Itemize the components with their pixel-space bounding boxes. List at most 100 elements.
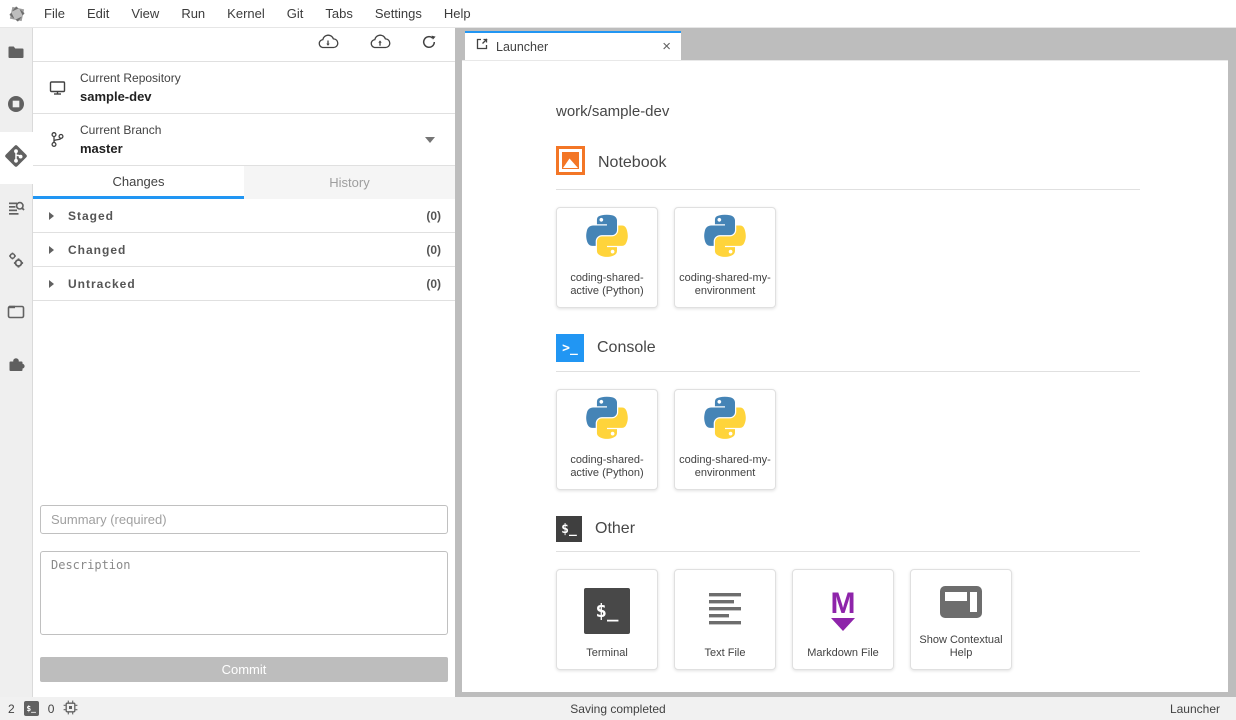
caret-right-icon — [49, 246, 54, 254]
launcher-card-kernel-2[interactable]: coding-shared-my-environment — [674, 207, 776, 308]
repo-label: Current Repository — [80, 71, 181, 85]
sidebar-tab-open-tabs[interactable] — [0, 288, 32, 340]
launcher-icon — [475, 37, 489, 56]
sidebar-tab-inspector[interactable] — [0, 184, 32, 236]
sidebar-tab-running-sessions[interactable] — [0, 80, 32, 132]
untracked-count: (0) — [426, 277, 441, 291]
card-label: coding-shared-my-environment — [675, 454, 775, 489]
card-label: Terminal — [583, 647, 631, 669]
menu-edit[interactable]: Edit — [76, 0, 120, 27]
status-bar: 2 $_ 0 Saving completed Launcher — [0, 697, 1236, 720]
refresh-icon[interactable] — [421, 34, 437, 55]
layout-panels-icon — [939, 585, 983, 624]
sidebar-tab-property-inspector[interactable] — [0, 236, 32, 288]
commit-form: Commit — [33, 505, 455, 697]
section-untracked[interactable]: Untracked (0) — [33, 267, 455, 301]
desktop-icon — [46, 80, 68, 96]
launcher-section-notebook: Notebook coding-shared-active (Python) — [556, 146, 1140, 308]
down-arrow-icon — [831, 618, 855, 631]
left-sidebar — [0, 28, 33, 697]
launcher-card-contextual-help[interactable]: Show Contextual Help — [910, 569, 1012, 670]
python-icon — [581, 396, 633, 453]
menu-file[interactable]: File — [33, 0, 76, 27]
launcher-card-text-file[interactable]: Text File — [674, 569, 776, 670]
python-icon — [699, 396, 751, 453]
section-title-other: Other — [595, 520, 635, 538]
section-divider — [556, 371, 1140, 372]
menu-view[interactable]: View — [120, 0, 170, 27]
launcher-card-terminal[interactable]: $_ Terminal — [556, 569, 658, 670]
sidebar-tab-git[interactable] — [0, 132, 33, 184]
python-icon — [581, 214, 633, 271]
python-icon — [699, 214, 751, 271]
git-panel-empty-space — [33, 301, 455, 505]
caret-right-icon — [49, 212, 54, 220]
commit-summary-input[interactable] — [40, 505, 448, 534]
menu-settings[interactable]: Settings — [364, 0, 433, 27]
current-branch-row[interactable]: Current Branch master — [33, 114, 455, 166]
launcher-card-kernel-1[interactable]: coding-shared-active (Python) — [556, 207, 658, 308]
card-label: coding-shared-active (Python) — [557, 272, 657, 307]
launcher-card-markdown[interactable]: M Markdown File — [792, 569, 894, 670]
dock-tabbar: Launcher × — [455, 28, 1236, 60]
close-icon[interactable]: × — [662, 39, 671, 54]
kernels-count: 0 — [48, 702, 55, 716]
git-icon — [3, 143, 29, 174]
folder-icon — [7, 43, 25, 66]
card-label: coding-shared-my-environment — [675, 272, 775, 307]
puzzle-icon — [7, 355, 25, 378]
sidebar-tab-file-browser[interactable] — [0, 28, 32, 80]
card-label: Text File — [702, 647, 749, 669]
section-divider — [556, 189, 1140, 190]
repo-name: sample-dev — [80, 89, 181, 104]
console-icon: >_ — [556, 334, 584, 362]
cloud-download-icon[interactable] — [317, 34, 339, 55]
menu-run[interactable]: Run — [170, 0, 216, 27]
section-divider — [556, 551, 1140, 552]
section-title-notebook: Notebook — [598, 154, 667, 172]
menu-help[interactable]: Help — [433, 0, 482, 27]
terminals-count: 2 — [8, 702, 15, 716]
menu-git[interactable]: Git — [276, 0, 315, 27]
menu-kernel[interactable]: Kernel — [216, 0, 276, 27]
card-label: Show Contextual Help — [911, 634, 1011, 669]
section-title-console: Console — [597, 339, 656, 357]
terminal-status-icon: $_ — [24, 701, 39, 716]
text-lines-icon — [704, 588, 746, 633]
launcher-section-console: >_ Console coding-shared-active (Python) — [556, 334, 1140, 490]
tab-launcher-label: Launcher — [496, 40, 548, 54]
section-staged[interactable]: Staged (0) — [33, 199, 455, 233]
tab-launcher[interactable]: Launcher × — [465, 31, 681, 60]
git-toolbar — [33, 28, 455, 62]
launcher-section-other: $_ Other $_ Terminal — [556, 516, 1140, 670]
section-changed[interactable]: Changed (0) — [33, 233, 455, 267]
menu-tabs[interactable]: Tabs — [314, 0, 363, 27]
tab-changes[interactable]: Changes — [33, 166, 244, 199]
branch-icon — [46, 131, 68, 148]
commit-description-input[interactable] — [40, 551, 448, 635]
branch-name: master — [80, 141, 161, 156]
staged-count: (0) — [426, 209, 441, 223]
launcher-cwd: work/sample-dev — [556, 103, 1140, 120]
caret-right-icon — [49, 280, 54, 288]
window-icon — [7, 304, 25, 325]
card-label: Markdown File — [804, 647, 882, 669]
terminal-icon: $_ — [584, 588, 630, 634]
status-message: Saving completed — [570, 697, 665, 720]
launcher-card-console-kernel-2[interactable]: coding-shared-my-environment — [674, 389, 776, 490]
git-panel: Current Repository sample-dev Current Br… — [33, 28, 455, 697]
launcher-panel: work/sample-dev Notebook — [462, 60, 1228, 692]
staged-label: Staged — [68, 209, 114, 223]
launcher-card-console-kernel-1[interactable]: coding-shared-active (Python) — [556, 389, 658, 490]
tab-history[interactable]: History — [244, 166, 455, 199]
cloud-upload-icon[interactable] — [369, 34, 391, 55]
card-label: coding-shared-active (Python) — [557, 454, 657, 489]
running-sessions-status[interactable]: 2 $_ 0 — [0, 700, 78, 718]
changed-count: (0) — [426, 243, 441, 257]
chevron-down-icon[interactable] — [425, 137, 435, 143]
commit-button[interactable]: Commit — [40, 657, 448, 682]
sidebar-tab-extensions[interactable] — [0, 340, 32, 392]
notebook-icon — [556, 146, 585, 180]
kernel-chip-icon — [63, 700, 78, 718]
gears-icon — [7, 251, 25, 274]
